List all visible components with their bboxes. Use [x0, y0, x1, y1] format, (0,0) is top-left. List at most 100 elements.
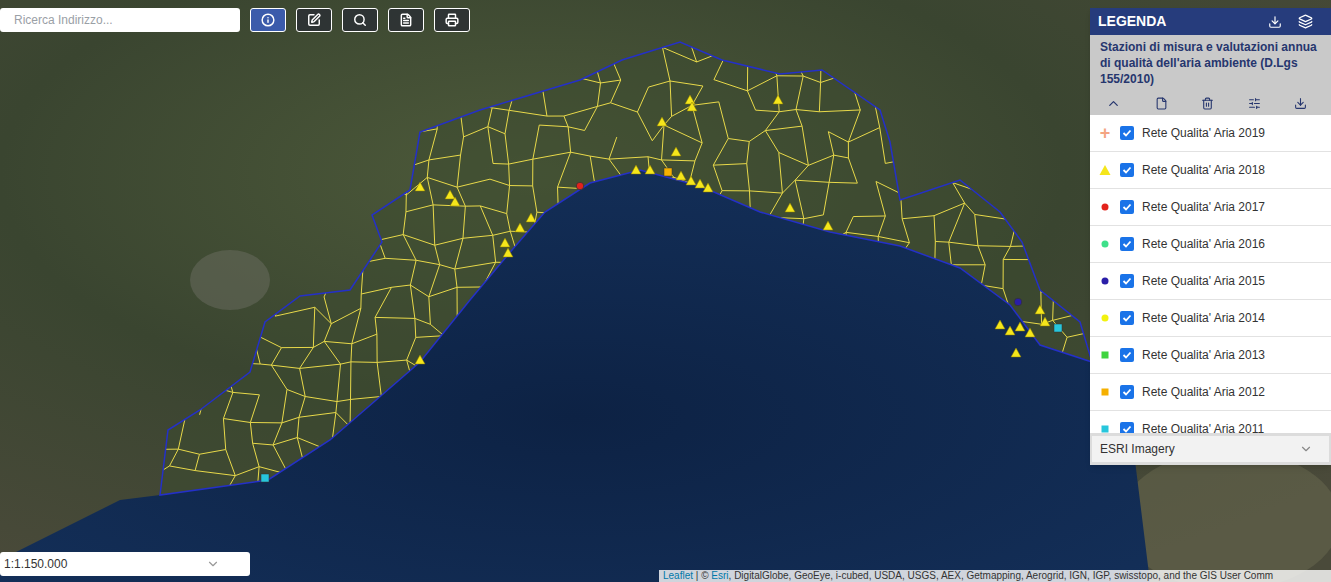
layer-row[interactable]: Rete Qualita' Aria 2016: [1090, 226, 1331, 263]
search-button[interactable]: [342, 8, 378, 32]
scale-select[interactable]: 1:1.150.000: [0, 552, 250, 576]
layer-symbol-icon: [1098, 237, 1112, 251]
layer-row[interactable]: Rete Qualita' Aria 2013: [1090, 337, 1331, 374]
document-icon[interactable]: [1155, 97, 1168, 110]
settings-icon[interactable]: [1248, 97, 1261, 110]
station-marker[interactable]: [773, 95, 783, 104]
station-marker[interactable]: [671, 147, 681, 156]
layer-label: Rete Qualita' Aria 2012: [1142, 383, 1265, 401]
region-boundary: [160, 42, 1092, 495]
station-marker[interactable]: [576, 182, 584, 190]
esri-link[interactable]: Esri: [711, 570, 728, 581]
station-marker[interactable]: [261, 474, 269, 482]
trash-icon[interactable]: [1201, 97, 1214, 110]
layer-row[interactable]: Rete Qualita' Aria 2011: [1090, 411, 1331, 433]
station-marker[interactable]: [823, 221, 833, 230]
station-marker[interactable]: [686, 176, 696, 185]
station-marker[interactable]: [631, 165, 641, 174]
chevron-down-icon: [206, 557, 220, 571]
layer-symbol-icon: [1098, 385, 1112, 399]
layer-checkbox[interactable]: [1120, 200, 1134, 214]
info-button[interactable]: [250, 8, 286, 32]
layer-row[interactable]: Rete Qualita' Aria 2012: [1090, 374, 1331, 411]
attribution: Leaflet | © Esri, DigitalGlobe, GeoEye, …: [659, 570, 1331, 582]
check-icon: [1122, 128, 1132, 138]
layer-row[interactable]: +Rete Qualita' Aria 2019: [1090, 115, 1331, 152]
basemap-value: ESRI Imagery: [1100, 440, 1175, 458]
layer-symbol-icon: [1098, 163, 1112, 177]
report-button[interactable]: [388, 8, 424, 32]
region-fill: [160, 42, 1092, 495]
station-marker[interactable]: [695, 179, 705, 188]
station-marker[interactable]: [515, 223, 525, 232]
layer-checkbox[interactable]: [1120, 126, 1134, 140]
municipal-boundaries: [141, 22, 1093, 507]
info-icon: [261, 13, 275, 27]
layer-row[interactable]: Rete Qualita' Aria 2014: [1090, 300, 1331, 337]
layer-checkbox[interactable]: [1120, 237, 1134, 251]
station-marker[interactable]: [1025, 328, 1035, 337]
station-marker[interactable]: [785, 203, 795, 212]
station-marker[interactable]: [1035, 305, 1045, 314]
scale-value: 1:1.150.000: [4, 555, 67, 573]
station-marker[interactable]: [657, 117, 667, 126]
download-icon[interactable]: [1294, 97, 1307, 110]
check-icon: [1122, 239, 1132, 249]
station-marker[interactable]: [687, 102, 697, 111]
layer-group-title: Stazioni di misura e valutazioni annua d…: [1090, 35, 1331, 91]
layer-checkbox[interactable]: [1120, 163, 1134, 177]
check-icon: [1122, 202, 1132, 212]
leaflet-link[interactable]: Leaflet: [663, 570, 693, 581]
layer-checkbox[interactable]: [1120, 311, 1134, 325]
station-marker[interactable]: [503, 248, 513, 257]
basemap-select[interactable]: ESRI Imagery: [1092, 436, 1329, 462]
layer-row[interactable]: Rete Qualita' Aria 2018: [1090, 152, 1331, 189]
layer-symbol-icon: [1098, 274, 1112, 288]
layer-label: Rete Qualita' Aria 2013: [1142, 346, 1265, 364]
station-marker[interactable]: [685, 95, 695, 104]
station-marker[interactable]: [676, 171, 686, 180]
check-icon: [1122, 276, 1132, 286]
station-marker[interactable]: [995, 320, 1005, 329]
station-marker[interactable]: [664, 168, 672, 176]
print-button[interactable]: [434, 8, 470, 32]
layer-checkbox[interactable]: [1120, 422, 1134, 433]
collapse-icon[interactable]: [1106, 96, 1121, 111]
station-marker[interactable]: [1015, 322, 1025, 331]
layer-label: Rete Qualita' Aria 2014: [1142, 309, 1265, 327]
check-icon: [1122, 424, 1132, 433]
station-marker[interactable]: [1054, 324, 1062, 332]
layer-label: Rete Qualita' Aria 2011: [1142, 420, 1264, 433]
station-marker[interactable]: [645, 165, 655, 174]
layer-checkbox[interactable]: [1120, 274, 1134, 288]
layers-icon[interactable]: [1298, 14, 1313, 29]
map-app: LEGENDA Stazioni di misura e valutazioni …: [0, 0, 1331, 582]
station-marker[interactable]: [500, 238, 510, 247]
station-marker[interactable]: [1011, 348, 1021, 357]
station-marker[interactable]: [415, 182, 425, 191]
layer-row[interactable]: Rete Qualita' Aria 2015: [1090, 263, 1331, 300]
tool-buttons: [250, 8, 470, 32]
station-marker[interactable]: [1005, 326, 1015, 335]
download-icon[interactable]: [1268, 15, 1282, 29]
search-icon: [353, 13, 367, 27]
station-marker[interactable]: [415, 355, 425, 364]
station-marker[interactable]: [1014, 298, 1022, 306]
station-marker[interactable]: [450, 197, 460, 206]
layer-symbol-icon: [1098, 200, 1112, 214]
layer-checkbox[interactable]: [1120, 348, 1134, 362]
address-search-input[interactable]: [0, 8, 240, 32]
layer-label: Rete Qualita' Aria 2019: [1142, 124, 1265, 142]
layer-checkbox[interactable]: [1120, 385, 1134, 399]
station-markers: [261, 95, 1062, 482]
attribution-separator: | ©: [693, 570, 711, 581]
legend-title: LEGENDA: [1098, 11, 1268, 32]
station-marker[interactable]: [703, 183, 713, 192]
chevron-down-icon: [1299, 442, 1313, 456]
report-icon: [399, 13, 413, 27]
edit-button[interactable]: [296, 8, 332, 32]
station-marker[interactable]: [526, 213, 536, 222]
station-marker[interactable]: [445, 190, 455, 199]
station-marker[interactable]: [1040, 317, 1050, 326]
layer-row[interactable]: Rete Qualita' Aria 2017: [1090, 189, 1331, 226]
